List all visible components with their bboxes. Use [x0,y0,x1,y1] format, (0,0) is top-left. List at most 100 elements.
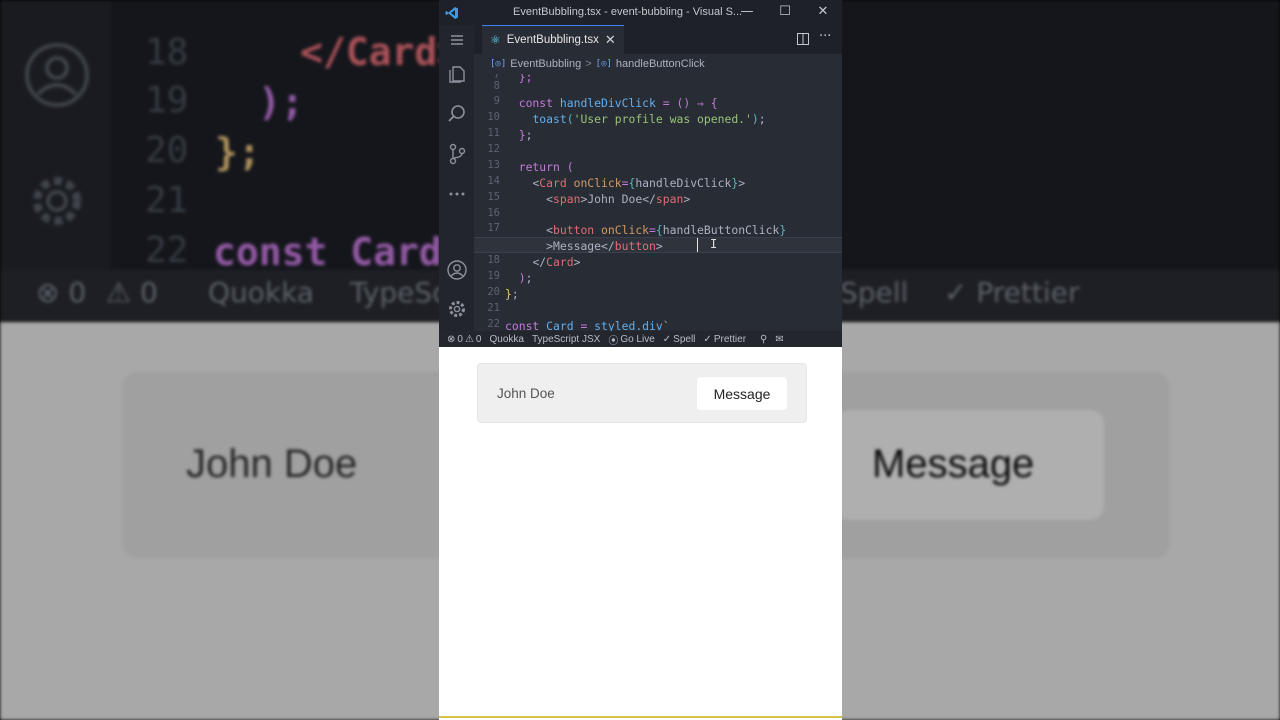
minimize-button[interactable]: — [737,3,757,21]
status-text: ⊗ 0 [36,276,87,309]
gear-icon [33,177,81,225]
line-number: 12 [487,143,500,155]
code-line: 19 ); [474,270,842,286]
tab-bar: ⚛ EventBubbling.tsx ✕ ··· [474,25,842,54]
code-line: 11 }; [474,127,842,143]
line-number: 19 [145,80,189,121]
error-icon: ⊗ [447,333,456,345]
profile-card[interactable]: John Doe Message [477,363,807,423]
tab-label: EventBubbling.tsx [506,34,599,46]
close-tab-icon[interactable]: ✕ [605,33,616,48]
line-number: 22 [487,318,500,330]
error-count: 0 [68,276,87,309]
code-text: }; [215,130,261,174]
breadcrumb: [◎] EventBubbling > [◎] handleButtonClic… [474,54,842,74]
language-mode-status[interactable]: TypeScript JSX [532,334,600,345]
status-text: TypeSc [350,276,448,309]
code-text: >Message</button> [546,239,663,253]
code-line: 22 const Card = styled.div` [474,318,842,331]
code-text: toast('User profile was opened.'); [532,112,766,126]
gear-icon[interactable] [446,298,468,320]
line-number: 8 [493,80,500,92]
problems-status[interactable]: ⊗ 0 ⚠ 0 [447,334,481,345]
code-line: 9 const handleDivClick = () ⇒ { [474,95,842,111]
warning-count: 0 [475,333,482,345]
code-text: </Card> [532,255,581,269]
browser-preview: John Doe Message [439,347,842,720]
explorer-icon[interactable] [446,63,468,85]
code-text: ); [518,271,533,285]
title-bar: EventBubbling.tsx - event-bubbling - Vis… [439,0,842,25]
check-icon: ✓ [662,333,672,345]
blurred-card-name: John Doe [186,442,358,486]
tab-eventbubbling[interactable]: ⚛ EventBubbling.tsx ✕ [482,25,624,54]
line-number: 22 [145,230,189,271]
code-line: 15 <span>John Doe</span> [474,191,842,207]
line-number: 13 [487,159,500,171]
prettier-status[interactable]: ✓ Prettier [703,334,746,345]
code-line: 13 return ( [474,159,842,175]
vscode-logo-icon [445,7,458,19]
breadcrumb-item[interactable]: EventBubbling [510,58,581,70]
go-live-status[interactable]: ⦿ Go Live [608,332,654,347]
code-line: 14 <Card onClick={handleDivClick}> [474,175,842,191]
status-text: ✓ Prettier [944,276,1080,309]
code-text: return ( [518,160,574,174]
line-number: 14 [487,175,500,187]
status-text: Quokka [208,276,315,309]
feedback-icon[interactable]: ⚲ [760,334,767,345]
line-number: 11 [487,127,500,139]
code-line-current: >Message</button> [474,237,842,253]
search-icon[interactable] [446,103,468,125]
code-editor[interactable]: 7 }; 8 9 const handleDivClick = () ⇒ { 1… [474,74,842,331]
code-text: }; [505,287,519,301]
line-number: 10 [487,111,500,123]
close-window-button[interactable]: ✕ [813,3,833,21]
mouse-ibeam-icon: I [710,237,718,251]
line-number: 16 [487,207,500,219]
activity-bar [439,25,474,331]
symbol-icon: [◎] [595,59,612,69]
maximize-button[interactable]: ☐ [775,3,795,21]
line-number: 20 [145,130,189,171]
menu-icon[interactable] [446,29,468,51]
window-title: EventBubbling.tsx - event-bubbling - Vis… [513,6,743,18]
code-text: const handleDivClick = () ⇒ { [518,96,718,110]
line-number: 21 [145,180,189,221]
code-text: </Card> [300,30,461,74]
broadcast-icon: ⦿ [608,335,619,347]
line-number: 17 [487,222,500,234]
status-text: ⚠ 0 [106,276,158,309]
breadcrumb-item[interactable]: handleButtonClick [616,58,705,70]
code-line: 21 [474,302,842,318]
spell-label: Spell [673,333,696,345]
line-number: 9 [493,95,500,107]
split-editor-icon[interactable] [797,33,809,45]
code-text: <Card onClick={handleDivClick}> [532,176,746,190]
spell-status[interactable]: ✓ Spell [663,334,696,345]
line-number: 20 [487,286,500,298]
quokka-status[interactable]: Quokka [489,334,523,345]
code-line: 17 <button onClick={handleButtonClick} [474,222,842,238]
chevron-right-icon: > [585,58,592,70]
go-live-label: Go Live [620,333,655,345]
account-icon[interactable] [446,259,468,281]
code-line: 8 [474,80,842,96]
message-button[interactable]: Message [697,377,787,410]
blurred-button-label: Message [872,442,1035,486]
line-number: 18 [145,32,189,73]
symbol-icon: [◎] [490,59,507,69]
blurred-activity-bar [0,0,110,270]
notifications-icon[interactable]: ✉ [775,334,783,345]
bottom-divider [439,716,842,718]
code-line: 12 [474,143,842,159]
more-icon[interactable] [446,183,468,205]
check-icon: ✓ [703,333,712,345]
more-actions-icon[interactable]: ··· [819,29,831,44]
source-control-icon[interactable] [446,143,468,165]
line-number: 18 [487,254,500,266]
status-text: Spell [840,276,909,309]
react-file-icon: ⚛ [490,33,501,47]
code-text: const Card [213,230,442,274]
code-line: 16 [474,207,842,223]
